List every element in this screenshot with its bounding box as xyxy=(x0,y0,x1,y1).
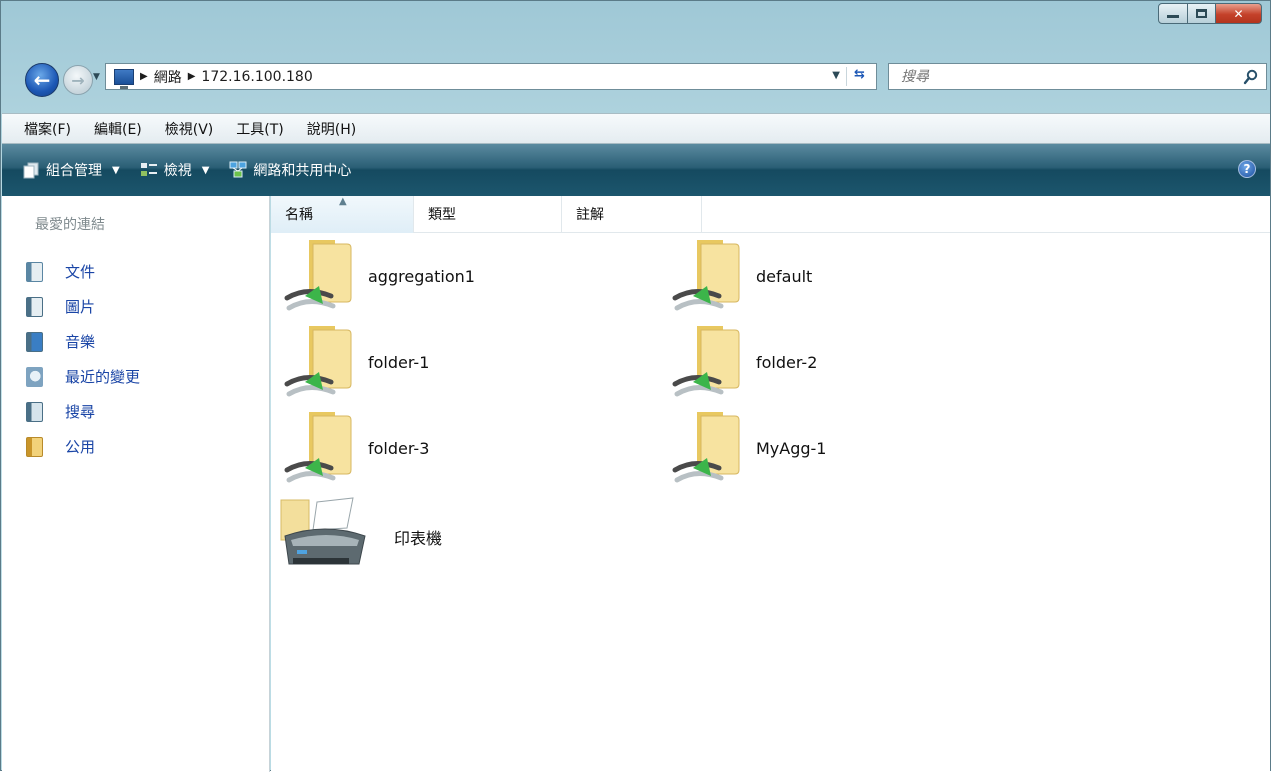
column-header-type-label: 類型 xyxy=(428,207,456,223)
file-list: ▲ 名稱 類型 註解 aggregation1 default folder-1… xyxy=(271,196,1270,772)
close-icon: ✕ xyxy=(1233,6,1244,21)
network-share-folder-icon xyxy=(284,412,352,483)
share-item[interactable]: folder-1 xyxy=(279,324,639,404)
documents-icon xyxy=(26,261,43,282)
share-label: MyAgg-1 xyxy=(756,439,827,458)
views-label: 檢視 xyxy=(163,163,192,179)
network-center-label: 網路和共用中心 xyxy=(253,163,352,179)
share-item[interactable]: folder-2 xyxy=(667,324,1027,404)
nav-item-documents[interactable]: 文件 xyxy=(26,254,140,289)
refresh-button[interactable]: ⇆ xyxy=(846,67,872,86)
forward-button[interactable]: → xyxy=(63,65,93,95)
minimize-button[interactable] xyxy=(1158,3,1188,24)
favorite-links-list: 文件 圖片 音樂 最近的變更 搜尋 公用 xyxy=(26,254,140,464)
explorer-window: ✕ ← → ▼ ▶ 網路 ▶ 172.16.100.180 ▼ ⇆ 檔案(F) … xyxy=(0,0,1271,772)
menu-edit[interactable]: 編輯(E) xyxy=(94,119,142,139)
nav-item-public[interactable]: 公用 xyxy=(26,429,140,464)
share-item[interactable]: folder-3 xyxy=(279,410,639,490)
share-item[interactable]: default xyxy=(667,238,1027,318)
command-bar: 組合管理 ▼ 檢視 ▼ 網路和共用中心 ? xyxy=(2,144,1270,196)
share-label: default xyxy=(756,267,813,286)
network-share-folder-icon xyxy=(672,326,740,397)
column-header-comment[interactable]: 註解 xyxy=(562,196,702,233)
chevron-down-icon: ▼ xyxy=(201,164,210,176)
menu-tools[interactable]: 工具(T) xyxy=(236,119,283,139)
help-button[interactable]: ? xyxy=(1238,160,1256,178)
nav-item-label: 搜尋 xyxy=(65,403,96,421)
search-box[interactable] xyxy=(888,63,1267,90)
maximize-icon xyxy=(1196,9,1207,18)
address-bar[interactable]: ▶ 網路 ▶ 172.16.100.180 ▼ ⇆ xyxy=(105,63,877,90)
menu-help[interactable]: 說明(H) xyxy=(307,119,356,139)
breadcrumb-host[interactable]: 172.16.100.180 xyxy=(201,69,312,85)
share-label: folder-2 xyxy=(756,353,818,372)
pictures-icon xyxy=(26,296,43,317)
navigation-row: ← → ▼ ▶ 網路 ▶ 172.16.100.180 ▼ ⇆ xyxy=(1,59,1271,99)
network-share-folder-icon xyxy=(284,240,352,311)
printers-label: 印表機 xyxy=(394,529,443,548)
organize-label: 組合管理 xyxy=(46,163,102,179)
printers-item[interactable]: 印表機 xyxy=(279,496,639,576)
help-icon: ? xyxy=(1243,162,1251,176)
share-label: folder-1 xyxy=(368,353,430,372)
forward-arrow-icon: → xyxy=(71,70,85,90)
back-button[interactable]: ← xyxy=(25,63,59,97)
minimize-icon xyxy=(1167,15,1179,18)
breadcrumb-network[interactable]: 網路 xyxy=(154,67,182,87)
sort-ascending-icon: ▲ xyxy=(339,196,347,207)
column-header-name-label: 名稱 xyxy=(285,207,313,223)
close-button[interactable]: ✕ xyxy=(1216,3,1262,24)
nav-item-pictures[interactable]: 圖片 xyxy=(26,289,140,324)
nav-item-label: 文件 xyxy=(65,263,96,281)
network-share-folder-icon xyxy=(672,240,740,311)
chevron-right-icon[interactable]: ▶ xyxy=(140,71,148,82)
nav-item-recent-changes[interactable]: 最近的變更 xyxy=(26,359,140,394)
column-header-comment-label: 註解 xyxy=(576,207,604,223)
share-label: folder-3 xyxy=(368,439,430,458)
share-item[interactable]: aggregation1 xyxy=(279,238,639,318)
address-dropdown-icon[interactable]: ▼ xyxy=(832,70,840,81)
chevron-down-icon: ▼ xyxy=(112,164,120,176)
share-label: aggregation1 xyxy=(368,267,475,286)
menu-file[interactable]: 檔案(F) xyxy=(24,119,71,139)
printer-icon xyxy=(280,497,366,565)
nav-item-label: 音樂 xyxy=(65,333,96,351)
maximize-button[interactable] xyxy=(1188,3,1216,24)
views-icon xyxy=(140,163,157,176)
menu-bar: 檔案(F) 編輯(E) 檢視(V) 工具(T) 說明(H) xyxy=(2,113,1270,144)
network-center-icon xyxy=(229,161,247,178)
recent-pages-dropdown[interactable]: ▼ xyxy=(93,72,105,84)
favorite-links-heading: 最愛的連結 xyxy=(35,217,105,233)
menu-view[interactable]: 檢視(V) xyxy=(165,119,214,139)
music-icon xyxy=(26,331,43,352)
nav-item-label: 圖片 xyxy=(65,298,96,316)
views-button[interactable]: 檢視 ▼ xyxy=(140,160,210,180)
computer-icon xyxy=(114,68,134,89)
nav-item-label: 公用 xyxy=(65,438,96,456)
search-icon[interactable] xyxy=(1240,66,1262,88)
window-controls: ✕ xyxy=(1158,3,1262,25)
search-input[interactable] xyxy=(889,68,1240,85)
nav-item-label: 最近的變更 xyxy=(65,368,141,386)
public-folder-icon xyxy=(26,436,43,457)
network-share-folder-icon xyxy=(672,412,740,483)
network-share-folder-icon xyxy=(284,326,352,397)
column-headers: ▲ 名稱 類型 註解 xyxy=(271,196,1270,233)
share-item[interactable]: MyAgg-1 xyxy=(667,410,1027,490)
organize-button[interactable]: 組合管理 ▼ xyxy=(22,160,120,180)
nav-item-searches[interactable]: 搜尋 xyxy=(26,394,140,429)
chevron-right-icon[interactable]: ▶ xyxy=(188,71,196,82)
navigation-pane: 最愛的連結 文件 圖片 音樂 最近的變更 搜尋 公用 xyxy=(2,196,270,772)
organize-icon xyxy=(23,162,39,179)
search-folder-icon xyxy=(26,401,43,422)
network-center-button[interactable]: 網路和共用中心 xyxy=(229,160,351,180)
column-header-name[interactable]: ▲ 名稱 xyxy=(271,196,414,233)
nav-item-music[interactable]: 音樂 xyxy=(26,324,140,359)
column-header-type[interactable]: 類型 xyxy=(414,196,562,233)
recent-changes-icon xyxy=(26,366,43,387)
back-arrow-icon: ← xyxy=(33,68,51,92)
